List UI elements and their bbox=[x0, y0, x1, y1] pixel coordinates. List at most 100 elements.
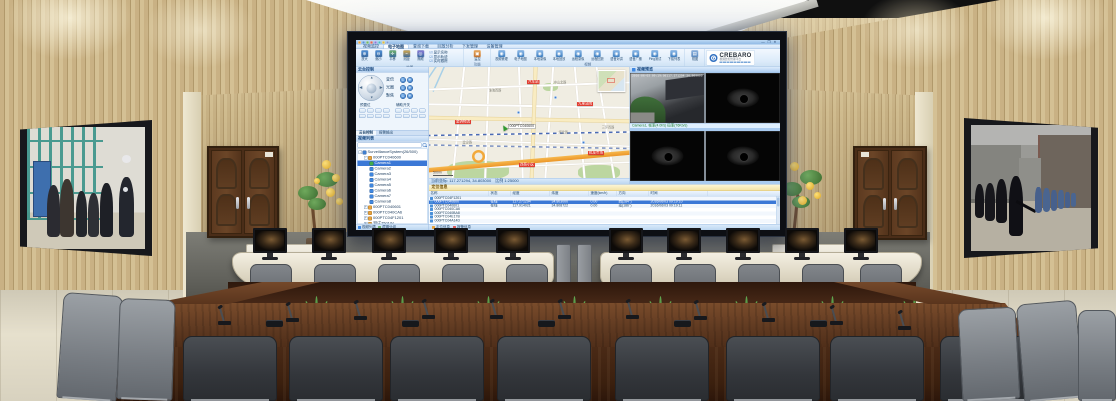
ribbon-button-缩小[interactable]: ⊖缩小 bbox=[372, 50, 386, 61]
street-label: 建设路 bbox=[463, 141, 472, 144]
tab-0[interactable]: 视频监控 bbox=[359, 44, 383, 49]
minimap-inset[interactable] bbox=[598, 70, 626, 92]
mic-base bbox=[694, 316, 707, 320]
map-poi-label: 汽车站 bbox=[527, 80, 540, 84]
column-header[interactable]: 状态 bbox=[489, 191, 511, 196]
door-right bbox=[853, 146, 927, 240]
ptz-plus-button[interactable]: + bbox=[407, 85, 413, 91]
checkbox-显示名称[interactable]: 显示名称 bbox=[430, 51, 448, 55]
video-cell-live[interactable]: 2016-06-03 09:19:08 117.271294 34.803000 bbox=[630, 73, 705, 123]
mic-head bbox=[829, 304, 835, 309]
aux-switch-button[interactable] bbox=[419, 109, 426, 113]
mic-base bbox=[218, 321, 231, 325]
column-header[interactable]: 纬度 bbox=[550, 191, 589, 196]
conference-chair-light bbox=[958, 307, 1021, 401]
ptz-plus-button[interactable]: + bbox=[407, 93, 413, 99]
column-header[interactable]: 名称 bbox=[429, 191, 489, 196]
tab-1[interactable]: 电子地图 bbox=[384, 44, 409, 49]
monitor-screen bbox=[434, 228, 468, 253]
tree-expander[interactable]: - bbox=[364, 156, 368, 160]
ptz-tab-0[interactable]: 云台控制 bbox=[356, 131, 376, 136]
ptz-minus-button[interactable]: − bbox=[400, 93, 406, 99]
mic-base bbox=[422, 315, 435, 319]
ribbon-button-测距[interactable]: ~测距 bbox=[400, 50, 414, 61]
preset-button[interactable] bbox=[359, 109, 366, 113]
ptz-plus-button[interactable]: + bbox=[407, 77, 413, 83]
vehicle-marker[interactable] bbox=[501, 124, 508, 131]
ribbon-button-远程回放[interactable]: ◉远程回放 bbox=[588, 50, 606, 61]
ribbon-button-电子地图[interactable]: ◉电子地图 bbox=[512, 50, 530, 61]
tab-2[interactable]: 查询下载 bbox=[409, 44, 433, 49]
table-row[interactable]: 000PTC04A14D bbox=[429, 219, 780, 223]
search-input[interactable] bbox=[358, 142, 422, 148]
ptz-tab-1[interactable]: 报警输出 bbox=[376, 131, 396, 136]
video-cell-idle[interactable] bbox=[630, 131, 705, 181]
monitor-button[interactable]: ▣ 监控 bbox=[468, 50, 487, 61]
preset-button[interactable] bbox=[383, 109, 390, 113]
ribbon-button-视频管理[interactable]: ◉视频管理 bbox=[493, 50, 511, 61]
preset-button[interactable] bbox=[375, 109, 382, 113]
aux-switch-button[interactable] bbox=[403, 114, 410, 118]
ribbon-button-下载列表[interactable]: ◉下载列表 bbox=[665, 50, 683, 61]
ptz-joystick[interactable]: ▲▼ ◀▶ bbox=[358, 75, 384, 101]
view-button[interactable]: ▤ 视图 bbox=[688, 50, 702, 61]
column-header[interactable]: 时间 bbox=[649, 191, 708, 196]
tab-5[interactable]: 设备管理 bbox=[483, 44, 507, 49]
ribbon-button-Ping测试[interactable]: ◉Ping测试 bbox=[646, 50, 664, 61]
column-header[interactable]: 经度 bbox=[511, 191, 550, 196]
table-scrollbar[interactable] bbox=[776, 197, 780, 225]
video-cell-idle[interactable] bbox=[706, 73, 781, 123]
search-icon[interactable] bbox=[423, 143, 428, 148]
video-cell-idle[interactable] bbox=[706, 131, 781, 181]
mic-base bbox=[626, 315, 639, 319]
aux-switch-button[interactable] bbox=[395, 109, 402, 113]
aux-switch-button[interactable] bbox=[411, 109, 418, 113]
preset-button[interactable] bbox=[367, 109, 374, 113]
ribbon-button-平移[interactable]: ✛平移 bbox=[386, 50, 400, 61]
aux-switch-button[interactable] bbox=[403, 109, 410, 113]
ribbon-button-本地回放[interactable]: ◉本地回放 bbox=[550, 50, 568, 61]
preset-button[interactable] bbox=[359, 114, 366, 118]
ptz-axis-label: 变倍 bbox=[386, 78, 399, 82]
tree-expander[interactable]: + bbox=[364, 211, 368, 215]
tree-expander[interactable]: - bbox=[359, 151, 363, 155]
ribbon-button-放大[interactable]: ⊕放大 bbox=[358, 50, 372, 61]
button-label: 电子地图 bbox=[514, 58, 527, 61]
ribbon-group-function: ▣ 监控 功能 bbox=[464, 49, 491, 67]
ribbon-button-语音广播[interactable]: ◉语音广播 bbox=[627, 50, 645, 61]
preset-button[interactable] bbox=[367, 114, 374, 118]
speakerphone-unit bbox=[266, 320, 283, 327]
tree-expander[interactable]: + bbox=[364, 206, 368, 210]
checkbox-实时跟踪[interactable]: 实时跟踪 bbox=[430, 60, 448, 64]
mic-head bbox=[557, 298, 563, 303]
tab-4[interactable]: 下发管理 bbox=[458, 44, 482, 49]
ribbon-button-本地录像[interactable]: ◉本地录像 bbox=[531, 50, 549, 61]
map-view[interactable]: 汽车站九里法院金驹物流批发市场西苑小区 淮海西路中山北路建设路煤建路三环西路 0… bbox=[429, 67, 630, 184]
aux-switch-button[interactable] bbox=[395, 114, 402, 118]
column-header[interactable]: 速度(km/h) bbox=[589, 191, 617, 196]
tree-expander[interactable]: + bbox=[364, 217, 368, 221]
ribbon-button-鹰眼[interactable]: ◎鹰眼 bbox=[414, 50, 428, 61]
mic-neck bbox=[763, 303, 769, 319]
railway-line bbox=[429, 131, 630, 136]
ptz-axis-row: 聚焦−+ bbox=[386, 93, 427, 100]
preset-button[interactable] bbox=[383, 114, 390, 118]
ptz-minus-button[interactable]: − bbox=[400, 77, 406, 83]
microphone bbox=[898, 308, 912, 330]
app-body: 云台控制 ▲▼ ◀▶ 变倍−+光圈−+聚焦−+ 预置位 辅助开关 bbox=[356, 67, 780, 230]
right-wall-display bbox=[964, 118, 1098, 258]
ribbon-button-语音对讲[interactable]: ◉语音对讲 bbox=[607, 50, 625, 61]
preset-button[interactable] bbox=[375, 114, 382, 118]
ptz-minus-button[interactable]: − bbox=[400, 85, 406, 91]
aux-switch-button[interactable] bbox=[411, 114, 418, 118]
conference-chair bbox=[726, 336, 820, 401]
ribbon-button-远程录像[interactable]: ◉远程录像 bbox=[569, 50, 587, 61]
speakerphone-unit bbox=[674, 320, 691, 327]
tab-3[interactable]: 回放分析 bbox=[434, 44, 458, 49]
eye-watermark-icon bbox=[652, 147, 684, 166]
desk-monitor bbox=[785, 228, 819, 260]
aux-switch-button[interactable] bbox=[419, 114, 426, 118]
column-header[interactable]: 方向 bbox=[617, 191, 649, 196]
conference-chair bbox=[497, 336, 591, 401]
door-plaque bbox=[265, 152, 273, 157]
